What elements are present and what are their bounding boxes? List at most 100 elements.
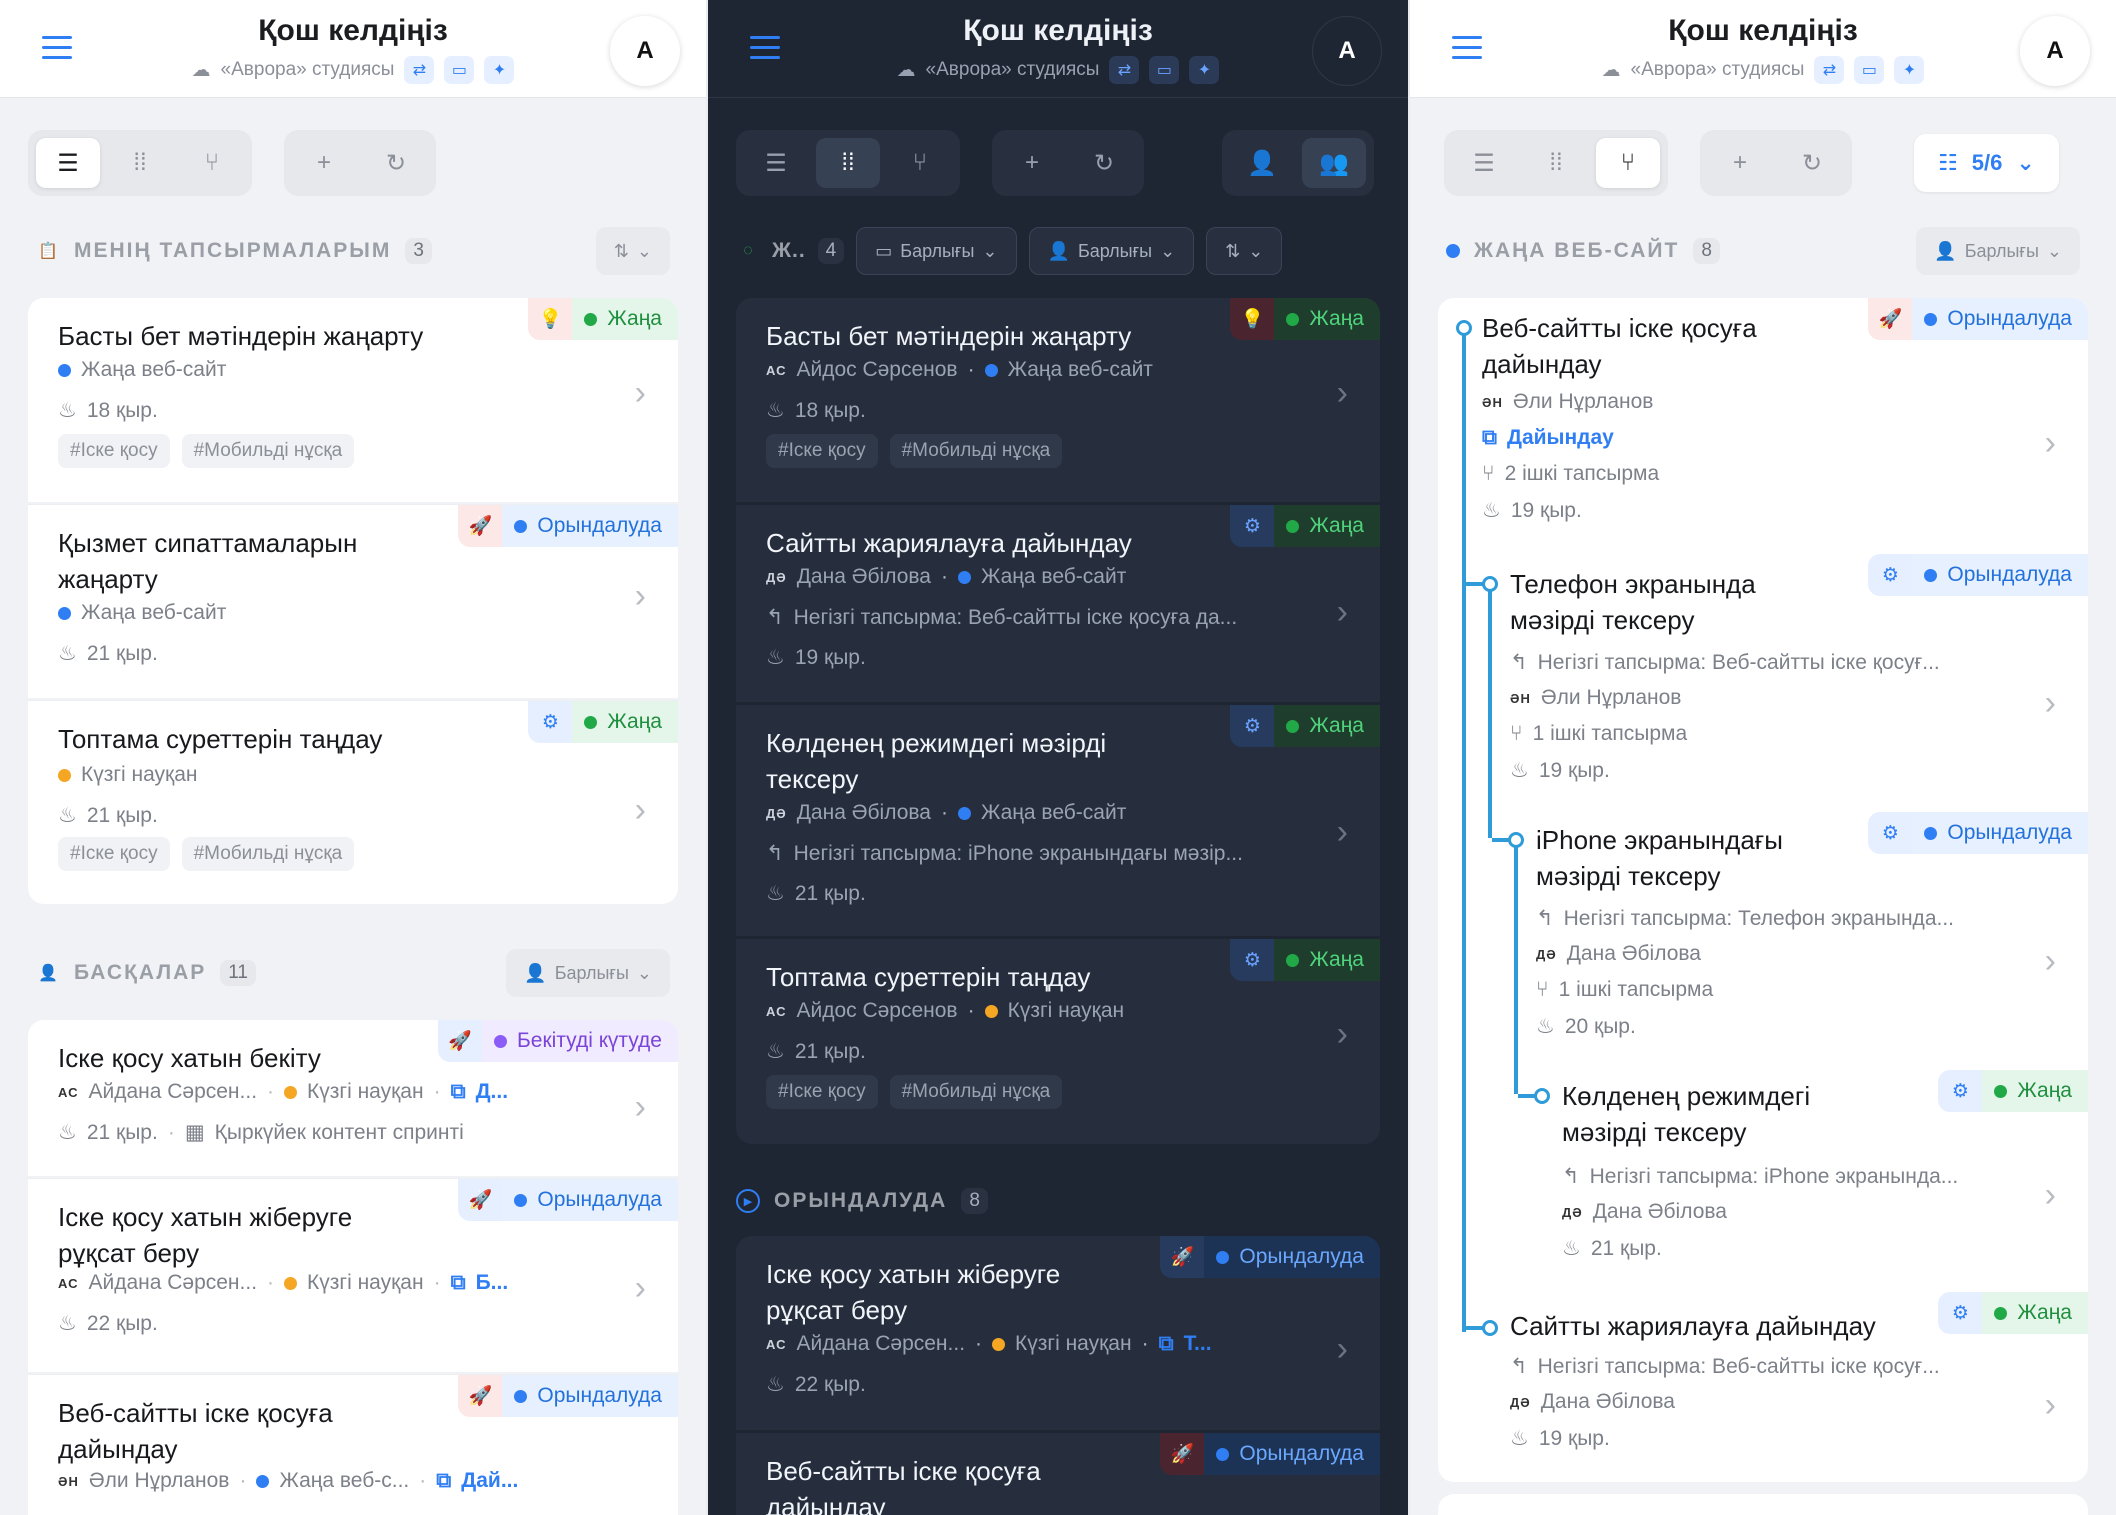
workspace-name[interactable]: «Аврора» студиясы (1631, 59, 1805, 81)
tag[interactable]: #Іске қосу (58, 837, 170, 871)
list-view-icon[interactable]: ☰ (744, 138, 808, 188)
chevron-right-icon[interactable]: › (635, 1088, 646, 1127)
task-card[interactable]: Топтама суреттерін таңдау ⚙ Жаңа АС Айдо… (736, 938, 1380, 1144)
chevron-right-icon[interactable]: › (635, 1269, 646, 1308)
phase-link[interactable]: Дай... (461, 1469, 518, 1493)
separator: · (433, 1271, 441, 1294)
assignee-filter[interactable]: 👤 Барлығы ⌄ (506, 949, 670, 997)
sparkle-icon[interactable]: ✦ (1189, 56, 1220, 84)
task-title[interactable]: iPhone экранындағы мәзірді тексеру (1536, 822, 1783, 894)
tag[interactable]: #Мобильді нұсқа (181, 837, 355, 871)
task-card[interactable]: Сайтты жариялауға дайындау ⚙ Жаңа ДӘ Дан… (736, 504, 1380, 702)
parent-task[interactable]: Негізгі тапсырма: Веб-сайтты іске қосуғ.… (1538, 651, 1940, 675)
task-title[interactable]: Телефон экранында мәзірді тексеру (1510, 566, 1756, 638)
chevron-right-icon[interactable]: › (2045, 942, 2056, 981)
refresh-icon[interactable]: ↻ (364, 138, 428, 188)
chat-icon[interactable]: ▭ (1149, 56, 1180, 84)
tree-view-icon[interactable]: ⑂ (888, 138, 952, 188)
team-icon[interactable]: 👥 (1302, 138, 1366, 188)
single-user-icon[interactable]: 👤 (1230, 138, 1294, 188)
add-icon[interactable]: + (292, 138, 356, 188)
sparkle-icon[interactable]: ✦ (1894, 56, 1925, 84)
sort-icon: ⇅ (613, 240, 629, 261)
board-view-icon[interactable]: ⁞⁞ (1524, 138, 1588, 188)
phase-link[interactable]: Т... (1184, 1332, 1212, 1356)
chevron-right-icon[interactable]: › (1337, 1330, 1348, 1369)
task-card[interactable]: Көлденең режимдегі мәзірді тексеру ⚙ Жаңа… (736, 704, 1380, 936)
project-filter[interactable]: ▭ Барлығы ⌄ (856, 227, 1017, 275)
task-card[interactable]: Қызмет сипаттамаларын жаңарту 🚀 Орындалуд… (28, 504, 678, 698)
task-card[interactable]: Іске қосу хатын бекіту 🚀 Бекітуді күтуде… (28, 1020, 678, 1176)
task-title[interactable]: Көлденең режимдегі мәзірді тексеру (1562, 1078, 1810, 1150)
sort-dropdown[interactable]: ⇅ ⌄ (595, 227, 670, 275)
tree-node (1508, 832, 1524, 848)
board-view-icon[interactable]: ⁞⁞ (816, 138, 880, 188)
task-title-line: мәзірді тексеру (1562, 1117, 1747, 1147)
sparkle-icon[interactable]: ✦ (484, 56, 515, 84)
switch-icon[interactable]: ⇄ (404, 56, 435, 84)
task-title[interactable]: Сайтты жариялауға дайындау (1510, 1308, 1876, 1344)
chevron-right-icon[interactable]: › (2045, 424, 2056, 463)
list-view-icon[interactable]: ☰ (1452, 138, 1516, 188)
switch-icon[interactable]: ⇄ (1109, 56, 1140, 84)
parent-task[interactable]: Негізгі тапсырма: Веб-сайтты іске қосуғ.… (1538, 1355, 1940, 1379)
chat-icon[interactable]: ▭ (444, 56, 475, 84)
task-card[interactable]: Іске қосу хатын жіберуге рұқсат беру 🚀 Ор… (28, 1178, 678, 1372)
tree-view-icon[interactable]: ⑂ (1596, 138, 1660, 188)
parent-task[interactable]: Негізгі тапсырма: Веб-сайтты іске қосуға… (794, 606, 1238, 630)
task-card[interactable]: Веб-сайтты іске қосуға дайындау 🚀 Орындал… (28, 1374, 678, 1515)
avatar[interactable]: A (2020, 16, 2090, 86)
parent-task[interactable]: Негізгі тапсырма: iPhone экранындағы мәз… (794, 842, 1243, 866)
refresh-icon[interactable]: ↻ (1780, 138, 1844, 188)
section-title: ЖАҢА ВЕБ-САЙТ (1474, 239, 1680, 262)
switch-icon[interactable]: ⇄ (1814, 56, 1845, 84)
phase-link[interactable]: Дайындау (1507, 426, 1614, 450)
chevron-right-icon[interactable]: › (2045, 1176, 2056, 1215)
tag[interactable]: #Іске қосу (58, 434, 170, 468)
tree-view-icon[interactable]: ⑂ (180, 138, 244, 188)
list-view-icon[interactable]: ☰ (36, 138, 100, 188)
assignee-filter[interactable]: 👤 Барлығы ⌄ (1916, 227, 2080, 275)
task-card[interactable]: Іске қосу хатын жіберуге рұқсат беру 🚀 Ор… (736, 1236, 1380, 1430)
assignee-filter[interactable]: 👤 Барлығы ⌄ (1028, 227, 1195, 275)
chevron-right-icon[interactable]: › (635, 374, 646, 413)
task-card[interactable]: Веб-сайтты іске қосуға дайындау 🚀 Орындал… (736, 1432, 1380, 1515)
board-view-icon[interactable]: ⁞⁞ (108, 138, 172, 188)
refresh-icon[interactable]: ↻ (1072, 138, 1136, 188)
parent-task[interactable]: Негізгі тапсырма: iPhone экранында... (1590, 1165, 1959, 1189)
chat-icon[interactable]: ▭ (1854, 56, 1885, 84)
workspace-name[interactable]: «Аврора» студиясы (926, 59, 1100, 81)
add-icon[interactable]: + (1000, 138, 1064, 188)
gear-icon: ⚙ (1868, 812, 1913, 854)
chevron-right-icon[interactable]: › (635, 577, 646, 616)
chevron-right-icon[interactable]: › (635, 791, 646, 830)
chevron-right-icon[interactable]: › (1337, 813, 1348, 852)
avatar[interactable]: A (1312, 16, 1382, 86)
workspace-name[interactable]: «Аврора» студиясы (221, 59, 395, 81)
tag[interactable]: #Іске қосу (766, 1075, 878, 1109)
tag[interactable]: #Іске қосу (766, 434, 878, 468)
phase-link[interactable]: Б... (476, 1271, 509, 1295)
chevron-right-icon[interactable]: › (2045, 684, 2056, 723)
phase-link[interactable]: Д... (476, 1080, 508, 1104)
chevron-right-icon[interactable]: › (1337, 374, 1348, 413)
task-title[interactable]: Веб-сайтты іске қосуға дайындау (1482, 310, 1757, 382)
chevron-right-icon[interactable]: › (1337, 593, 1348, 632)
task-card[interactable]: Басты бет мәтіндерін жаңарту 💡 Жаңа АС А… (736, 298, 1380, 502)
cloud-icon: ☁ (1601, 59, 1621, 81)
task-card[interactable]: Топтама суреттерін таңдау ⚙ Жаңа Күзгі н… (28, 700, 678, 904)
avatar[interactable]: A (610, 16, 680, 86)
chevron-right-icon[interactable]: › (2045, 1386, 2056, 1425)
add-icon[interactable]: + (1708, 138, 1772, 188)
task-card[interactable]: Басты бет мәтіндерін жаңарту 💡 Жаңа Жаңа… (28, 298, 678, 502)
gear-icon: ⚙ (1868, 554, 1913, 596)
tag[interactable]: #Мобильді нұсқа (889, 1075, 1063, 1109)
gear-icon: ⚙ (1938, 1070, 1983, 1112)
gear-icon: ⚙ (1230, 939, 1275, 981)
chevron-right-icon[interactable]: › (1337, 1015, 1348, 1054)
tag[interactable]: #Мобильді нұсқа (889, 434, 1063, 468)
filters-button[interactable]: ☷ 5/6 ⌄ (1914, 134, 2059, 192)
parent-task[interactable]: Негізгі тапсырма: Телефон экранында... (1564, 907, 1954, 931)
tag[interactable]: #Мобильді нұсқа (181, 434, 355, 468)
sort-dropdown[interactable]: ⇅ ⌄ (1206, 227, 1283, 275)
